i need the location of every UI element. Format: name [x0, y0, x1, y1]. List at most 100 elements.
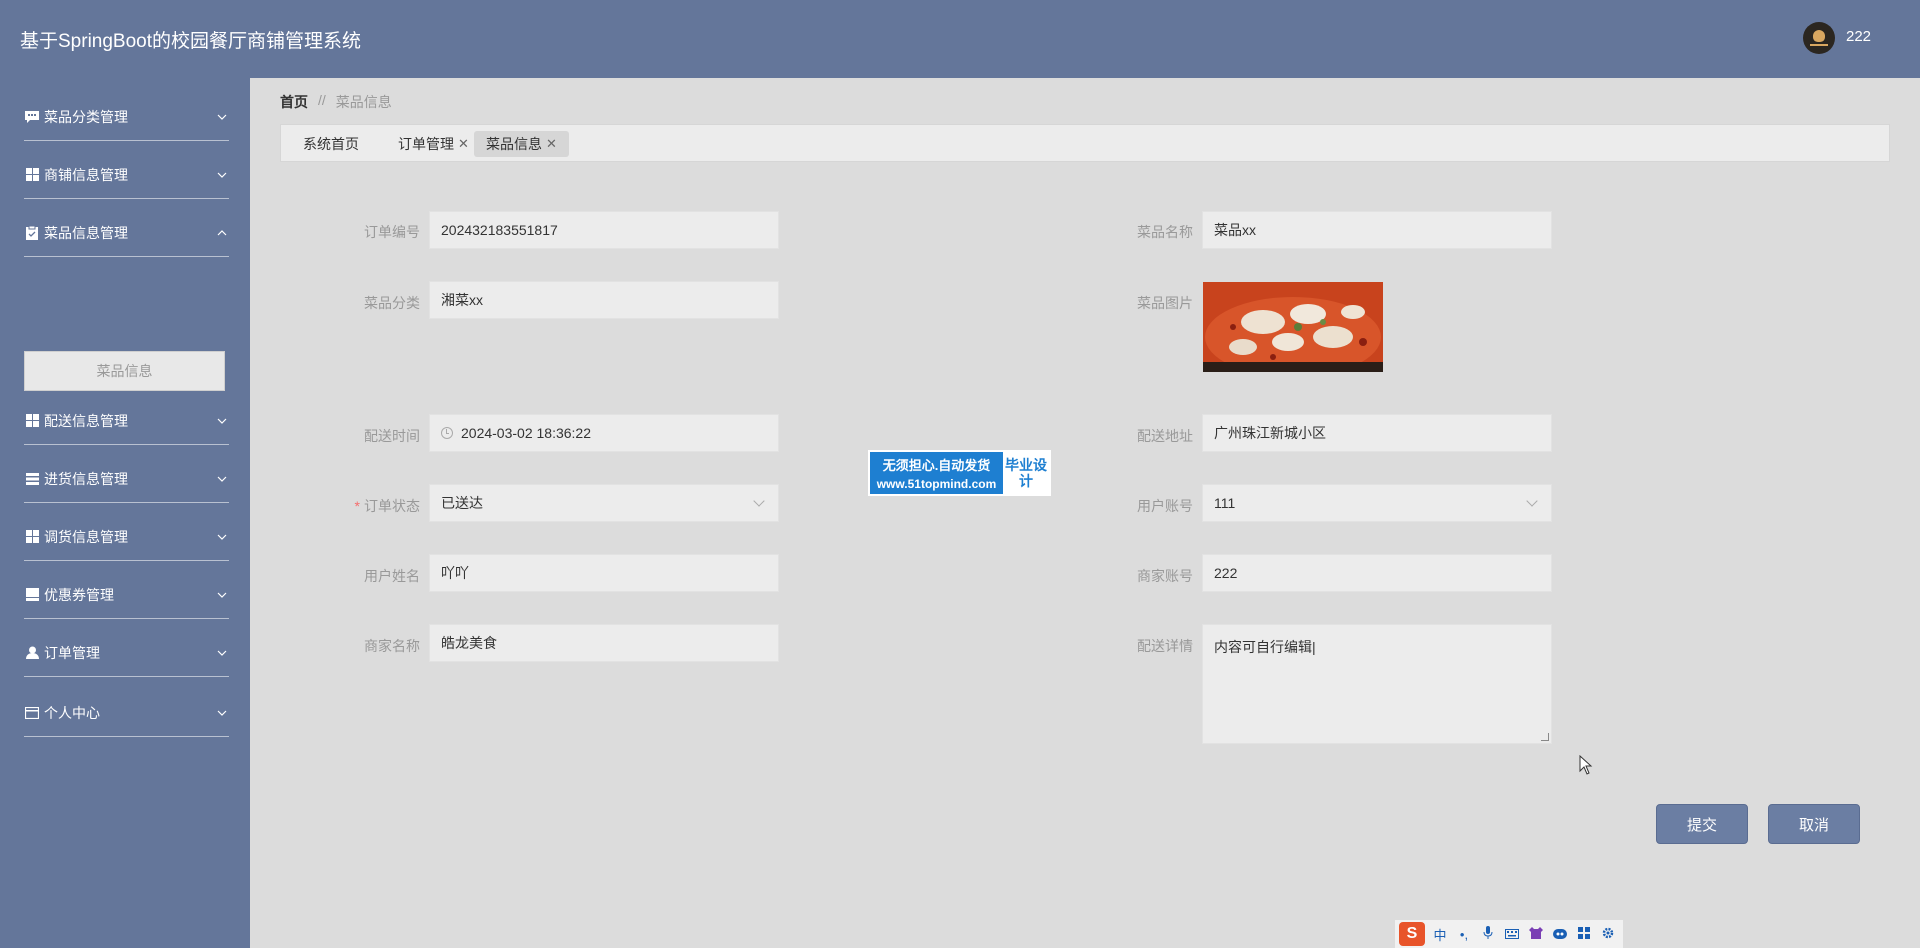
delivery-detail-label: 配送详情 [1137, 638, 1193, 654]
delivery-detail-textarea[interactable]: 内容可自行编辑| [1202, 624, 1552, 744]
skin-icon[interactable] [1527, 926, 1545, 942]
close-icon[interactable]: ✕ [458, 136, 469, 152]
order-no-label: 订单编号 [364, 224, 420, 240]
ime-toolbar: S 中 •, [1395, 920, 1623, 948]
toolbox-icon[interactable] [1575, 926, 1593, 942]
grid-icon [24, 413, 40, 429]
user-account-label: 用户账号 [1137, 498, 1193, 514]
clipboard-icon [24, 225, 40, 241]
username[interactable]: 222 [1846, 28, 1871, 45]
microphone-icon[interactable] [1479, 925, 1497, 943]
sidebar-item-label: 订单管理 [44, 644, 100, 661]
tab-order-management[interactable]: 订单管理 ✕ [386, 131, 481, 157]
settings-icon[interactable] [1599, 927, 1617, 942]
delivery-time-picker[interactable]: 2024-03-02 18:36:22 [429, 414, 779, 452]
ime-mode-toggle[interactable]: 中 [1431, 925, 1449, 944]
chevron-up-icon [215, 229, 229, 236]
dish-category-field[interactable]: 湘菜xx [429, 281, 779, 319]
order-status-value: 已送达 [441, 495, 483, 511]
chevron-down-icon [215, 418, 229, 424]
chevron-down-icon [1526, 495, 1538, 507]
tab-label: 系统首页 [303, 136, 359, 152]
sidebar-item-dish-category[interactable]: 菜品分类管理 [24, 93, 229, 141]
breadcrumb-separator: // [318, 92, 326, 108]
breadcrumb: 首页 // 菜品信息 [280, 92, 392, 112]
user-icon [24, 645, 40, 661]
sidebar-item-orders[interactable]: 订单管理 [24, 629, 229, 677]
mouse-cursor-icon [1579, 755, 1593, 775]
tab-dish-info[interactable]: 菜品信息 ✕ [474, 131, 569, 157]
chevron-down-icon [215, 650, 229, 656]
order-status-select[interactable]: 已送达 [429, 484, 779, 522]
clock-icon [441, 427, 453, 439]
sidebar-item-coupon[interactable]: 优惠券管理 [24, 571, 229, 619]
dish-image-label: 菜品图片 [1137, 295, 1193, 311]
resize-handle-icon[interactable] [1541, 733, 1549, 741]
breadcrumb-current: 菜品信息 [335, 94, 392, 110]
sidebar-item-dish-info[interactable]: 菜品信息管理 [24, 209, 229, 257]
list-icon [24, 471, 40, 487]
merchant-account-field[interactable]: 222 [1202, 554, 1552, 592]
sidebar-item-delivery-info[interactable]: 配送信息管理 [24, 397, 229, 445]
user-account-select[interactable]: 111 [1202, 484, 1552, 522]
chevron-down-icon [215, 172, 229, 178]
grid-icon [24, 167, 40, 183]
delivery-address-value: 广州珠江新城小区 [1214, 425, 1326, 441]
dish-category-label: 菜品分类 [364, 295, 420, 311]
delivery-time-value: 2024-03-02 18:36:22 [461, 425, 591, 441]
chevron-down-icon [215, 476, 229, 482]
order-status-label: * 订单状态 [354, 498, 420, 514]
keyboard-icon[interactable] [1503, 927, 1521, 942]
tab-system-home[interactable]: 系统首页 [291, 131, 371, 157]
sidebar-item-label: 进货信息管理 [44, 470, 128, 487]
assistant-icon[interactable] [1551, 927, 1569, 942]
delivery-time-label: 配送时间 [364, 428, 420, 444]
order-no-field[interactable]: 202432183551817 [429, 211, 779, 249]
chevron-down-icon [215, 710, 229, 716]
user-name-field[interactable]: 吖吖 [429, 554, 779, 592]
chevron-down-icon [215, 114, 229, 120]
top-header: 基于SpringBoot的校园餐厅商铺管理系统 222 [0, 0, 1920, 78]
dish-name-value: 菜品xx [1214, 222, 1256, 238]
watermark-badge: 无须担心.自动发货 www.51topmind.com 毕业设计 [868, 450, 1051, 496]
order-no-value: 202432183551817 [441, 222, 558, 238]
merchant-name-field[interactable]: 皓龙美食 [429, 624, 779, 662]
sidebar-item-transfer-info[interactable]: 调货信息管理 [24, 513, 229, 561]
tab-label: 订单管理 [398, 136, 454, 152]
user-account-value: 111 [1214, 495, 1236, 511]
user-name-label: 用户姓名 [364, 568, 420, 584]
ime-punctuation-toggle[interactable]: •, [1455, 927, 1473, 942]
tabs-bar: 系统首页 订单管理 ✕ 菜品信息 ✕ [280, 124, 1890, 162]
watermark-line2: www.51topmind.com [876, 477, 997, 491]
ime-logo-icon[interactable]: S [1399, 922, 1425, 946]
sidebar: 菜品分类管理 商铺信息管理 菜品信息管理 菜品信息 配送信息管理 进货信息管理 [0, 78, 250, 948]
submit-button[interactable]: 提交 [1656, 804, 1748, 844]
grid-icon [24, 529, 40, 545]
dish-image[interactable] [1203, 282, 1383, 372]
watermark-line1: 无须担心.自动发货 [882, 458, 991, 473]
close-icon[interactable]: ✕ [546, 136, 557, 152]
chevron-down-icon [215, 592, 229, 598]
dish-name-field[interactable]: 菜品xx [1202, 211, 1552, 249]
user-name-value: 吖吖 [441, 565, 469, 581]
sidebar-item-purchase-info[interactable]: 进货信息管理 [24, 455, 229, 503]
chevron-down-icon [215, 534, 229, 540]
required-asterisk: * [354, 498, 360, 514]
delivery-address-field[interactable]: 广州珠江新城小区 [1202, 414, 1552, 452]
sidebar-item-label: 菜品分类管理 [44, 108, 128, 125]
merchant-name-label: 商家名称 [364, 638, 420, 654]
sidebar-item-shop-info[interactable]: 商铺信息管理 [24, 151, 229, 199]
dish-name-label: 菜品名称 [1137, 224, 1193, 240]
dish-category-value: 湘菜xx [441, 292, 483, 308]
breadcrumb-home[interactable]: 首页 [280, 92, 308, 112]
sidebar-item-personal-center[interactable]: 个人中心 [24, 689, 229, 737]
delivery-detail-value: 内容可自行编辑| [1214, 639, 1316, 655]
app-title: 基于SpringBoot的校园餐厅商铺管理系统 [20, 31, 362, 52]
avatar[interactable] [1803, 22, 1835, 54]
cancel-button[interactable]: 取消 [1768, 804, 1860, 844]
merchant-name-value: 皓龙美食 [441, 635, 497, 651]
sidebar-item-label: 配送信息管理 [44, 412, 128, 429]
merchant-account-value: 222 [1214, 565, 1238, 581]
sidebar-subitem-dish-info[interactable]: 菜品信息 [24, 351, 225, 391]
sidebar-item-label: 菜品信息管理 [44, 224, 128, 241]
